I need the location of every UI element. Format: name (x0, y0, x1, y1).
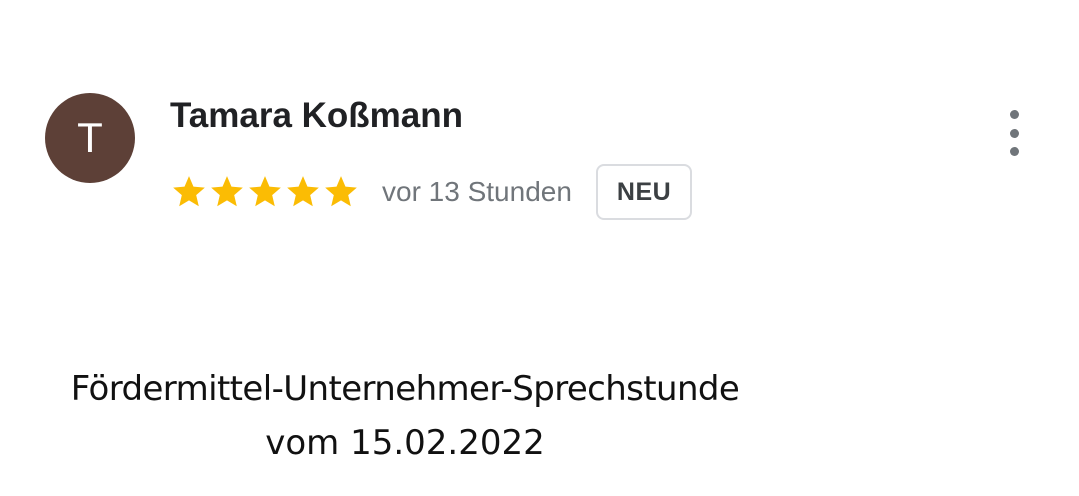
star-icon (208, 173, 246, 211)
star-icon (322, 173, 360, 211)
more-dot (1009, 147, 1019, 156)
new-badge: NEU (595, 164, 693, 220)
author-name[interactable]: Tamara Koßmann (170, 94, 463, 138)
caption-title: Fördermittel-Unternehmer-Sprechstunde (70, 369, 740, 409)
rating-row: vor 13 Stunden NEU (170, 162, 693, 222)
star-rating (170, 173, 360, 211)
more-vertical-icon[interactable] (998, 110, 1030, 156)
avatar-initial: T (77, 114, 103, 161)
star-icon (170, 173, 208, 211)
caption-date: vom 15.02.2022 (265, 423, 545, 463)
more-dot (1009, 110, 1019, 119)
more-dot (1009, 128, 1019, 138)
star-icon (284, 173, 322, 211)
star-icon (246, 173, 284, 211)
review-time: vor 13 Stunden (382, 176, 572, 207)
caption: Fördermittel-Unternehmer-Sprechstunde vo… (0, 362, 810, 470)
review-card: { "review": { "avatar_initial": "T", "au… (0, 0, 1079, 496)
avatar[interactable]: T (45, 93, 135, 183)
